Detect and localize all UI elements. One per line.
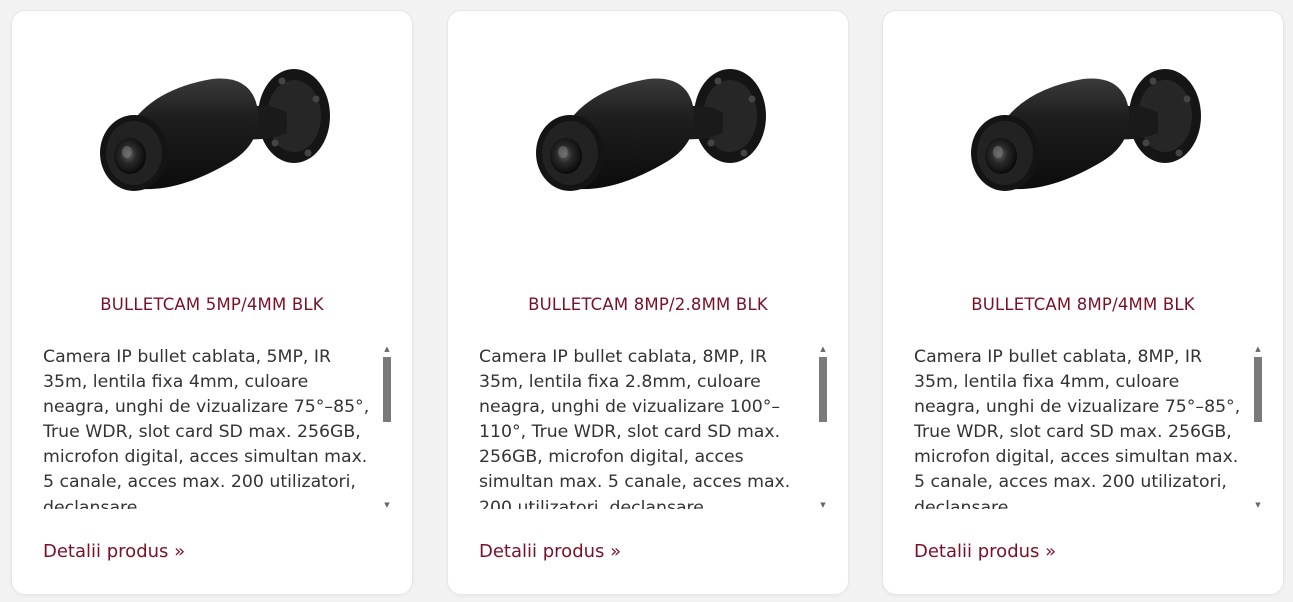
bullet-camera-icon: [100, 69, 330, 191]
product-card: BULLETCAM 8MP/2.8MM BLK Camera IP bullet…: [447, 10, 849, 595]
scroll-thumb[interactable]: [1254, 357, 1262, 422]
product-card: BULLETCAM 5MP/4MM BLK Camera IP bullet c…: [11, 10, 413, 595]
scroll-up-arrow-icon[interactable]: ▲: [819, 345, 827, 353]
product-details-link[interactable]: Detalii produs »: [914, 541, 1056, 562]
description-scrollbar[interactable]: ▲ ▼: [1252, 345, 1264, 509]
product-details-link[interactable]: Detalii produs »: [43, 541, 185, 562]
scroll-up-arrow-icon[interactable]: ▲: [383, 345, 391, 353]
product-description: Camera IP bullet cablata, 8MP, IR 35m, l…: [914, 347, 1241, 509]
scroll-down-arrow-icon[interactable]: ▼: [819, 501, 827, 509]
description-scrollbar[interactable]: ▲ ▼: [817, 345, 829, 509]
scroll-up-arrow-icon[interactable]: ▲: [1254, 345, 1262, 353]
product-description-box[interactable]: Camera IP bullet cablata, 8MP, IR 35m, l…: [479, 345, 829, 509]
product-details-link[interactable]: Detalii produs »: [479, 541, 621, 562]
product-title[interactable]: BULLETCAM 8MP/2.8MM BLK: [448, 295, 848, 314]
product-image[interactable]: [12, 61, 412, 251]
bullet-camera-icon: [971, 69, 1201, 191]
product-description-box[interactable]: Camera IP bullet cablata, 8MP, IR 35m, l…: [914, 345, 1264, 509]
product-title[interactable]: BULLETCAM 5MP/4MM BLK: [12, 295, 412, 314]
description-scrollbar[interactable]: ▲ ▼: [381, 345, 393, 509]
scroll-thumb[interactable]: [819, 357, 827, 422]
product-title[interactable]: BULLETCAM 8MP/4MM BLK: [883, 295, 1283, 314]
product-description: Camera IP bullet cablata, 5MP, IR 35m, l…: [43, 347, 370, 509]
product-grid: BULLETCAM 5MP/4MM BLK Camera IP bullet c…: [0, 0, 1293, 602]
product-description-box[interactable]: Camera IP bullet cablata, 5MP, IR 35m, l…: [43, 345, 393, 509]
product-description: Camera IP bullet cablata, 8MP, IR 35m, l…: [479, 347, 791, 509]
product-image[interactable]: [448, 61, 848, 251]
product-image[interactable]: [883, 61, 1283, 251]
scroll-down-arrow-icon[interactable]: ▼: [383, 501, 391, 509]
scroll-thumb[interactable]: [383, 357, 391, 422]
product-card: BULLETCAM 8MP/4MM BLK Camera IP bullet c…: [882, 10, 1284, 595]
bullet-camera-icon: [536, 69, 766, 191]
scroll-down-arrow-icon[interactable]: ▼: [1254, 501, 1262, 509]
